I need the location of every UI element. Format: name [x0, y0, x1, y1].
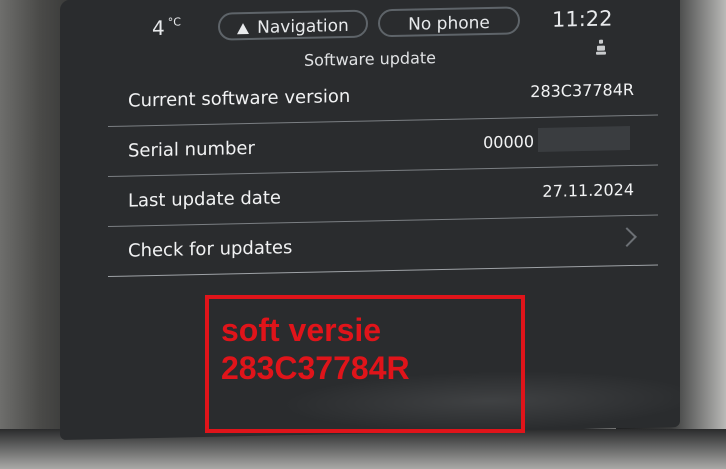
serial-number-value: 00000 [483, 132, 534, 153]
phone-label: No phone [408, 12, 490, 35]
last-update-label: Last update date [128, 187, 281, 212]
temperature-display: 4 °C [152, 15, 181, 40]
navigation-button[interactable]: Navigation [218, 9, 368, 41]
annotation-box: soft versie 283C37784R [205, 295, 525, 433]
car-icon [596, 39, 606, 55]
temperature-value: 4 [152, 15, 165, 41]
annotation-line-2: 283C37784R [221, 350, 410, 386]
redaction-box [538, 126, 630, 152]
serial-number-label: Serial number [128, 137, 255, 162]
software-version-label: Current software version [128, 85, 351, 112]
chevron-right-icon [617, 227, 637, 248]
check-for-updates-button[interactable]: Check for updates [108, 215, 658, 277]
software-version-value: 283C37784R [530, 79, 634, 102]
status-bar: 4 °C Navigation No phone 11:22 [60, 0, 680, 50]
clock: 11:22 [552, 6, 613, 32]
navigation-label: Navigation [257, 15, 349, 38]
check-updates-label: Check for updates [128, 237, 293, 262]
navigation-arrow-icon [237, 23, 250, 35]
temperature-unit: °C [167, 15, 181, 29]
phone-button[interactable]: No phone [378, 6, 520, 38]
annotation-line-1: soft versie [221, 312, 382, 348]
last-update-value: 27.11.2024 [542, 179, 634, 201]
